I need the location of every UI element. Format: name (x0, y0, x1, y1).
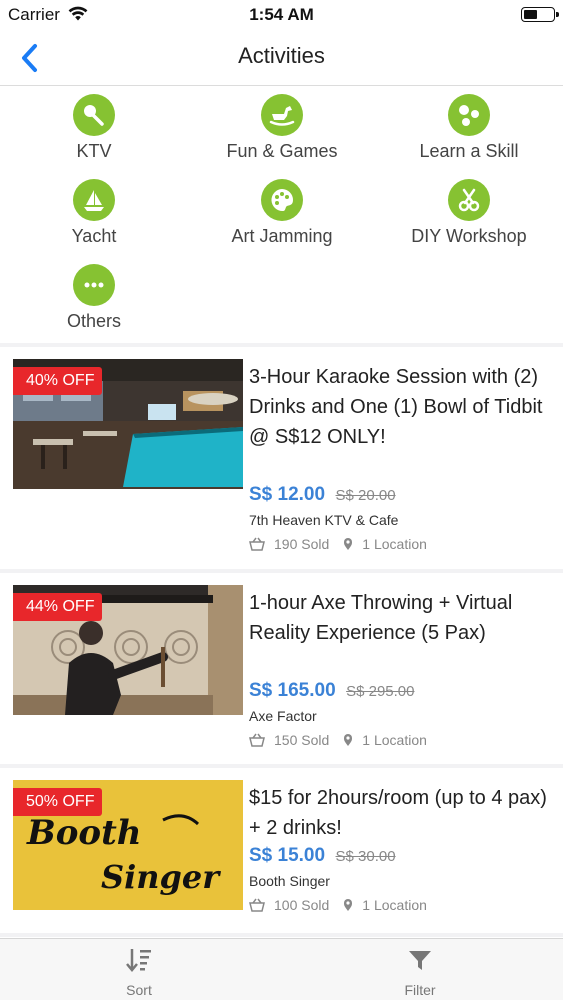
deal-title: $15 for 2hours/room (up to 4 pax) + 2 dr… (249, 787, 547, 839)
discount-badge: 40% OFF (13, 367, 103, 395)
status-time: 1:54 AM (249, 5, 314, 24)
category-label: Others (66, 311, 122, 331)
original-price: S$ 20.00 (335, 487, 396, 504)
deal-price: S$ 165.00 (249, 680, 336, 701)
category-others[interactable]: Others (0, 264, 188, 332)
scissors-icon (458, 188, 480, 212)
location-pin-icon (344, 899, 353, 911)
filter-icon (409, 951, 431, 970)
category-yacht[interactable]: Yacht (0, 179, 188, 247)
basket-icon (249, 537, 265, 551)
location-count: 1 Location (362, 732, 427, 748)
battery-level (524, 10, 537, 19)
original-price: S$ 30.00 (335, 848, 396, 865)
deal-price: S$ 15.00 (249, 845, 326, 866)
category-art-jamming[interactable]: Art Jamming (188, 179, 376, 247)
category-fun-games[interactable]: Fun & Games (188, 94, 376, 162)
deal-meta: 100 Sold 1 Location (249, 897, 427, 913)
deal-meta: 190 Sold 1 Location (249, 536, 427, 552)
sailboat-icon (84, 190, 104, 211)
deal-price: S$ 12.00 (249, 484, 326, 505)
rocking-horse-icon (269, 106, 295, 126)
location-pin-icon (344, 734, 353, 746)
status-bar: Carrier 1:54 AM (0, 0, 563, 30)
battery-icon (521, 7, 559, 22)
price-row: S$ 165.00 S$ 295.00 (249, 680, 415, 702)
sold-count: 150 Sold (274, 732, 330, 748)
molecule-icon (459, 105, 479, 126)
deal-meta: 150 Sold 1 Location (249, 732, 427, 748)
category-label: Fun & Games (226, 141, 338, 161)
discount-badge: 44% OFF (13, 593, 103, 621)
category-label: Art Jamming (231, 226, 333, 246)
category-learn-skill[interactable]: Learn a Skill (375, 94, 563, 162)
category-label: Yacht (71, 226, 117, 246)
sort-label: Sort (126, 982, 152, 998)
sort-button[interactable]: Sort (99, 945, 179, 998)
basket-icon (249, 733, 265, 747)
category-label: DIY Workshop (411, 226, 527, 246)
category-label: Learn a Skill (419, 141, 519, 161)
deal-image: 40% OFF (13, 359, 243, 489)
discount-badge: 50% OFF (13, 788, 103, 816)
category-grid: KTV Fun & Games Learn a Skill Yacht Art … (0, 87, 563, 343)
logo-word-booth: Booth (26, 813, 142, 853)
merchant-name: 7th Heaven KTV & Cafe (249, 512, 399, 528)
deal-card[interactable]: Booth Singer 50% OFF $15 for 2hours/room… (0, 768, 563, 933)
category-diy-workshop[interactable]: DIY Workshop (375, 179, 563, 247)
deal-card[interactable]: 40% OFF 3-Hour Karaoke Session with (2) … (0, 347, 563, 569)
deal-title: 3-Hour Karaoke Session with (2) Drinks a… (249, 366, 543, 448)
location-pin-icon (344, 538, 353, 550)
category-label: KTV (76, 141, 112, 161)
filter-label: Filter (404, 982, 436, 998)
basket-icon (249, 898, 265, 912)
location-count: 1 Location (362, 897, 427, 913)
price-row: S$ 12.00 S$ 20.00 (249, 484, 396, 506)
price-row: S$ 15.00 S$ 30.00 (249, 845, 396, 867)
bottom-toolbar: Sort Filter (0, 938, 563, 1000)
navigation-bar: Activities (0, 30, 563, 86)
merchant-name: Axe Factor (249, 708, 317, 724)
sold-count: 190 Sold (274, 536, 330, 552)
merchant-name: Booth Singer (249, 873, 330, 889)
sort-icon (126, 949, 151, 972)
deal-image: Booth Singer 50% OFF (13, 780, 243, 910)
category-ktv[interactable]: KTV (0, 94, 188, 162)
original-price: S$ 295.00 (346, 683, 415, 700)
logo-word-singer: Singer (101, 858, 221, 896)
sold-count: 100 Sold (274, 897, 330, 913)
page-title: Activities (238, 43, 325, 68)
deal-card[interactable]: 44% OFF 1-hour Axe Throwing + Virtual Re… (0, 573, 563, 764)
palette-icon (271, 189, 293, 212)
deal-image: 44% OFF (13, 585, 243, 715)
location-count: 1 Location (362, 536, 427, 552)
more-dots-icon (84, 282, 104, 288)
microphone-icon (84, 105, 104, 126)
filter-button[interactable]: Filter (380, 945, 460, 998)
deal-title: 1-hour Axe Throwing + Virtual Reality Ex… (249, 592, 513, 644)
